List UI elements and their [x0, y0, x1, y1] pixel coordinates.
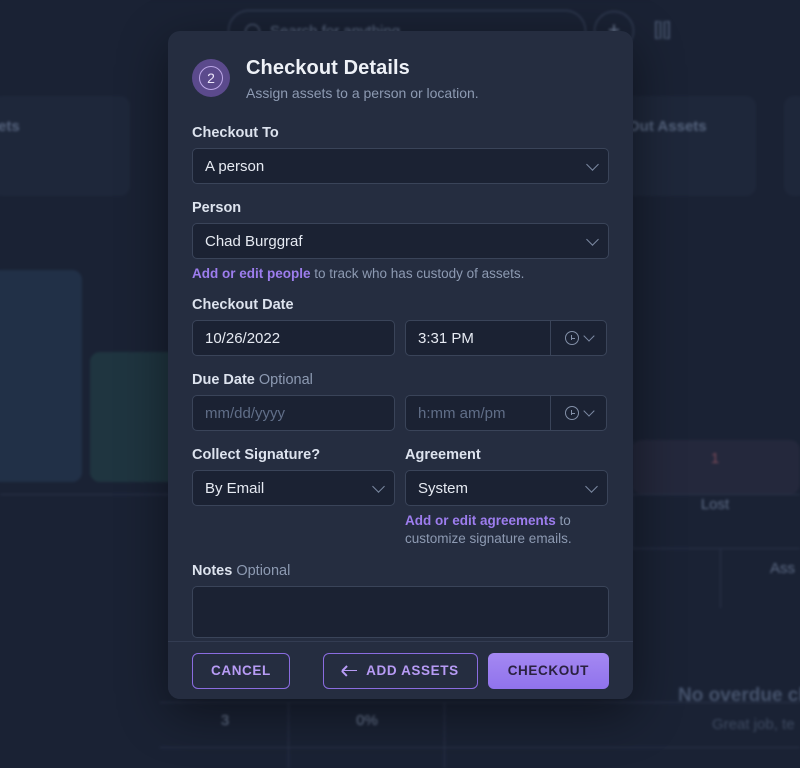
- checked-out-assets-card: [616, 96, 756, 196]
- modal-title: Checkout Details: [246, 57, 410, 79]
- checkout-button[interactable]: CHECKOUT: [487, 652, 609, 689]
- due-time-group: h:mm am/pm: [405, 395, 607, 432]
- collect-signature-value: By Email: [205, 479, 265, 497]
- due-time-input[interactable]: h:mm am/pm: [405, 395, 550, 432]
- checkout-date-label: Checkout Date: [192, 297, 294, 314]
- clock-icon: [564, 331, 579, 346]
- checkout-date-value: 10/26/2022: [205, 329, 281, 347]
- barcode-scan-icon[interactable]: [||]: [648, 19, 676, 43]
- chart-card-blue: [0, 270, 82, 482]
- checkout-time-value: 3:31 PM: [418, 329, 474, 347]
- notes-optional-text: Optional: [236, 562, 291, 579]
- agreement-select[interactable]: System: [405, 470, 608, 507]
- checkout-details-modal: 2 Checkout Details Assign assets to a pe…: [168, 31, 633, 699]
- step-badge-number: 2: [199, 66, 223, 90]
- agreement-value: System: [418, 479, 469, 497]
- checkout-time-group: 3:31 PM: [405, 320, 607, 357]
- checkout-time-input[interactable]: 3:31 PM: [405, 320, 550, 357]
- chevron-down-icon: [586, 233, 599, 246]
- signature-agreement-labels: Collect Signature? Agreement: [192, 447, 609, 470]
- person-label: Person: [192, 200, 242, 216]
- chart-card-teal: [90, 352, 180, 482]
- modal-footer: CANCEL ADD ASSETS CHECKOUT: [168, 641, 633, 699]
- grid-hline-1: [632, 548, 800, 549]
- chevron-down-icon: [582, 405, 595, 417]
- agreement-helper: Add or edit agreements to customize sign…: [405, 512, 608, 548]
- person-value: Chad Burggraf: [205, 232, 303, 250]
- table-header-asset: Ass: [770, 560, 796, 577]
- lost-stat-cell: [632, 440, 800, 494]
- checkout-to-value: A person: [205, 157, 265, 175]
- checkout-date-row: 10/26/2022 3:31 PM: [192, 320, 609, 357]
- checkout-time-picker-button[interactable]: [550, 320, 607, 357]
- grid-vline-3: [288, 702, 289, 768]
- checkout-to-select[interactable]: A person: [192, 148, 609, 184]
- clock-icon: [564, 406, 579, 421]
- chevron-down-icon: [582, 330, 595, 342]
- collect-signature-select[interactable]: By Email: [192, 470, 395, 507]
- checked-out-card-label: Out Assets: [628, 118, 707, 135]
- due-date-placeholder: mm/dd/yyyy: [205, 404, 286, 422]
- due-time-placeholder: h:mm am/pm: [418, 404, 506, 422]
- grid-hline-3: [160, 747, 800, 748]
- signature-agreement-row: By Email System Add or edit agreements t…: [192, 470, 609, 548]
- due-date-row: mm/dd/yyyy h:mm am/pm: [192, 395, 609, 432]
- due-date-optional-text: Optional: [258, 372, 313, 389]
- checkout-to-label: Checkout To: [192, 125, 279, 141]
- checkout-date-input[interactable]: 10/26/2022: [192, 320, 395, 357]
- chevron-down-icon: [586, 158, 599, 171]
- modal-header: 2 Checkout Details Assign assets to a pe…: [192, 57, 609, 101]
- extra-card: [784, 96, 800, 196]
- assets-summary-card: [0, 96, 130, 196]
- modal-subtitle: Assign assets to a person or location.: [246, 85, 479, 101]
- notes-label: Notes Optional: [192, 563, 609, 579]
- grid-vline-4: [444, 702, 445, 768]
- add-or-edit-agreements-link[interactable]: Add or edit agreements: [405, 513, 556, 528]
- person-helper: Add or edit people to track who has cust…: [192, 265, 609, 283]
- empty-state-title: No overdue ch: [678, 685, 800, 706]
- chevron-down-icon: [372, 480, 385, 494]
- notes-label-text: Notes: [192, 562, 233, 579]
- due-date-input[interactable]: mm/dd/yyyy: [192, 395, 395, 432]
- person-helper-text: to track who has custody of assets.: [310, 266, 525, 281]
- stat-label-lost: Lost: [700, 496, 730, 513]
- empty-state-subtitle: Great job, te: [712, 716, 795, 733]
- due-date-label: Due Date Optional: [192, 372, 609, 388]
- due-date-label-text: Due Date: [192, 372, 255, 389]
- add-or-edit-people-link[interactable]: Add or edit people: [192, 266, 311, 281]
- agreement-label: Agreement: [405, 447, 481, 464]
- assets-card-label: ets: [0, 118, 20, 135]
- add-assets-button[interactable]: ADD ASSETS: [323, 652, 478, 689]
- cancel-button[interactable]: CANCEL: [192, 652, 290, 689]
- arrow-left-icon: [342, 669, 358, 672]
- grid-vline-2: [720, 548, 721, 608]
- stat-value-lost: 1: [710, 450, 720, 467]
- notes-textarea[interactable]: [192, 585, 609, 638]
- person-select[interactable]: Chad Burggraf: [192, 223, 609, 259]
- stat-value-count: 3: [220, 712, 230, 729]
- add-assets-label: ADD ASSETS: [366, 663, 459, 678]
- modal-body: 2 Checkout Details Assign assets to a pe…: [168, 31, 633, 641]
- chevron-down-icon: [585, 480, 598, 494]
- due-time-picker-button[interactable]: [550, 395, 607, 432]
- step-badge: 2: [192, 59, 230, 97]
- stat-value-percent: 0%: [356, 712, 378, 729]
- collect-signature-label: Collect Signature?: [192, 447, 321, 464]
